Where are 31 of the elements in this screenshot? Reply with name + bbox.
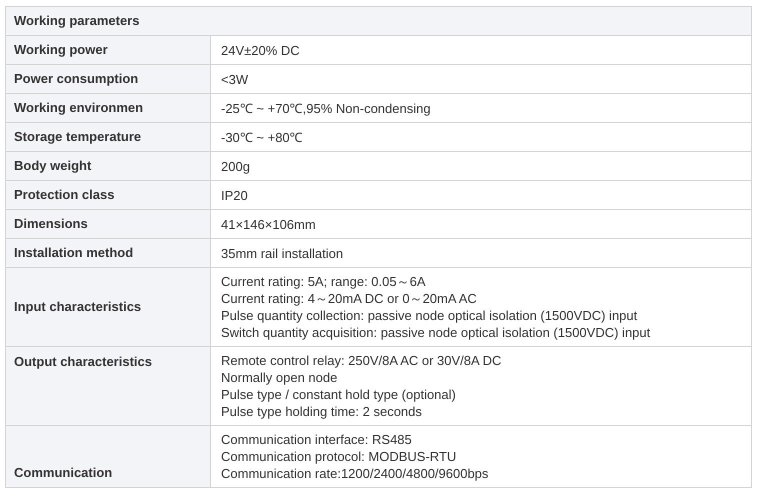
value-line: Pulse type holding time: 2 seconds bbox=[221, 403, 423, 420]
table-title: Working parameters bbox=[6, 6, 752, 36]
value-line: 41×146×106mm bbox=[221, 216, 317, 232]
row-label: Working environmen bbox=[6, 94, 210, 122]
value-line: Remote control relay: 250V/8A AC or 30V/8A DC bbox=[221, 352, 502, 369]
value-line: -30℃ ~ +80℃ bbox=[221, 128, 304, 146]
row-label: Communication bbox=[6, 426, 210, 488]
value-line: 200g bbox=[221, 158, 251, 174]
value-line: 35mm rail installation bbox=[221, 244, 344, 262]
value-line: 24V±20% DC bbox=[221, 42, 301, 58]
row-label: Protection class bbox=[6, 180, 210, 210]
value-line: -25℃ ~ +70℃,95% Non-condensing bbox=[221, 100, 432, 116]
row-label: Output characteristics bbox=[6, 346, 210, 426]
row-label: Power consumption bbox=[6, 64, 210, 94]
value-line: Switch quantity acquisition: passive node optical isolation (1500VDC) input bbox=[221, 324, 652, 341]
row-label: Body weight bbox=[6, 152, 210, 180]
value-line: Pulse type / constant hold type (optional) bbox=[221, 386, 457, 403]
value-line: <3W bbox=[221, 70, 250, 88]
value-line: Current rating: 4～20mA DC or 0～20mA AC bbox=[221, 290, 478, 307]
row-label: Input characteristics bbox=[6, 268, 210, 346]
value-line: Communication interface: RS485 bbox=[221, 431, 413, 448]
row-label: Working power bbox=[6, 36, 210, 64]
value-line: Normally open node bbox=[221, 369, 338, 386]
value-line: Pulse quantity collection: passive node optical isolation (1500VDC) input bbox=[221, 307, 638, 324]
value-line: IP20 bbox=[221, 186, 249, 204]
value-line: Current rating: 5A; range: 0.05～6A bbox=[221, 273, 427, 290]
value-line: Communication rate:1200/2400/4800/9600bps bbox=[221, 465, 490, 482]
value-line: Communication protocol: MODBUS-RTU bbox=[221, 448, 458, 465]
row-label: Storage temperature bbox=[6, 122, 210, 152]
row-label: Installation method bbox=[6, 238, 210, 268]
row-label: Dimensions bbox=[6, 210, 210, 238]
